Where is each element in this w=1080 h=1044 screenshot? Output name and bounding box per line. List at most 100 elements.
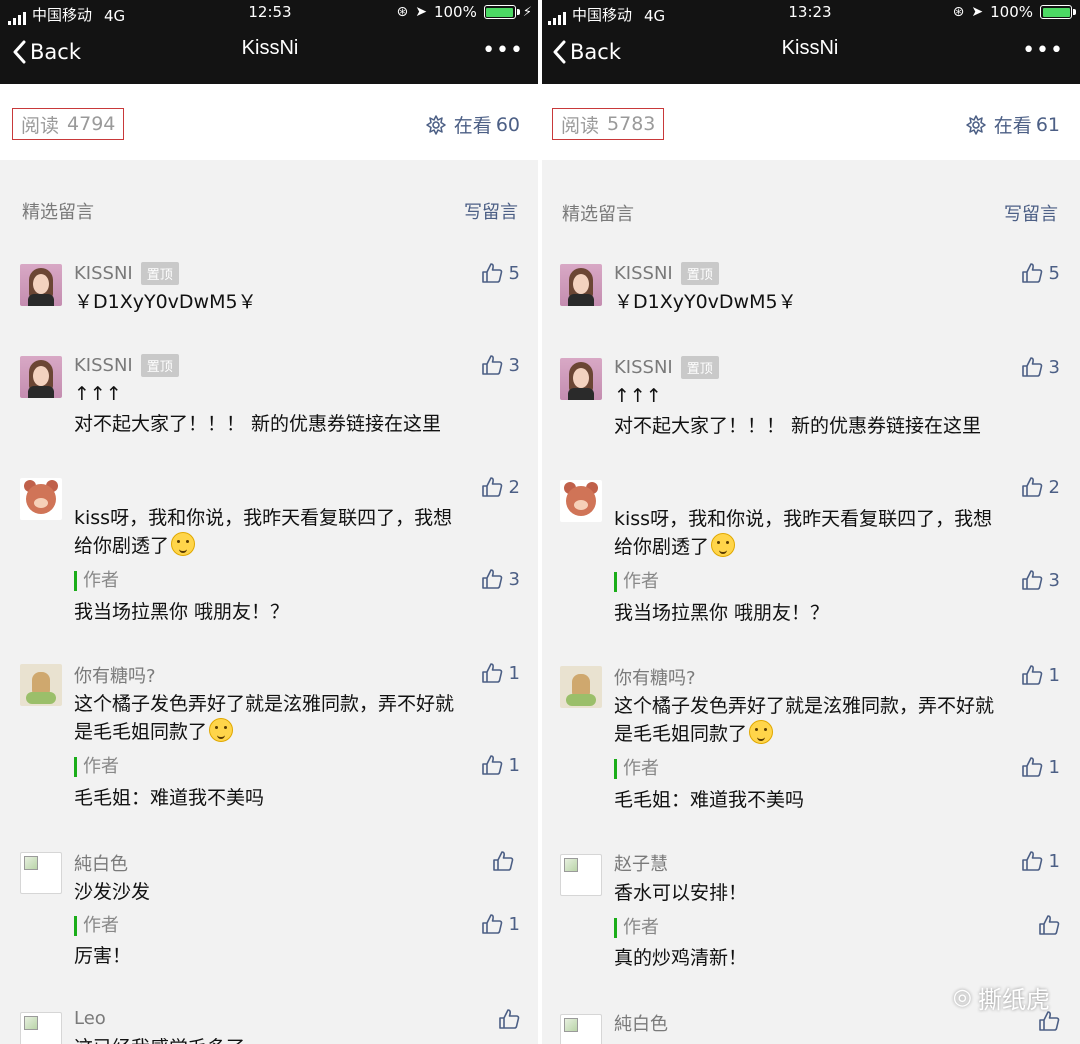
more-button[interactable]: ••• [482,38,524,63]
comments-header: 精选留言 写留言 [0,198,540,238]
charging-icon: ⚡ [522,4,532,20]
commenter-name: 純白色 [614,1014,668,1035]
broken-image-icon [24,856,38,870]
like-button[interactable]: 5 [481,262,520,284]
author-label: 作者 [74,757,119,777]
battery-icon [483,5,520,19]
thumbs-up-icon [481,355,502,375]
battery-percent: 100% [990,3,1033,21]
watching-count: 61 [1035,113,1060,136]
avatar [20,264,62,306]
comment-text: 这个橘子发色弄好了就是泫雅同款，弄不好就 [74,693,455,715]
like-count: 3 [1048,356,1060,378]
avatar [560,480,602,522]
like-button[interactable]: 2 [481,476,520,498]
like-button[interactable]: 3 [481,568,520,590]
author-label: 作者 [74,916,119,936]
author-reply: 毛毛姐：难道我不美吗 [614,789,805,811]
nav-bar: Back KissNi ••• [0,28,540,84]
header: 中国移动 4G 12:53 ⊛ ➤ 100% ⚡ Back KissNi ••• [0,0,540,84]
watermark-text: 撕纸虎 [978,986,1050,1014]
like-count: 5 [1048,262,1060,284]
watching-label: 在看 [453,115,492,137]
thumbs-up-icon [481,663,502,683]
thumbs-up-icon [481,263,502,283]
read-count: 阅读 4794 [12,108,125,140]
like-count: 5 [508,262,520,284]
like-button[interactable] [492,850,520,872]
commenter-name: KISSNI [74,355,133,376]
like-count: 1 [508,913,520,935]
comment-text: 这已经我感觉毛多了 [74,1034,514,1044]
like-count: 3 [508,568,520,590]
section-title: 精选留言 [22,202,94,223]
like-count: 3 [1048,569,1060,591]
comment-text: kiss呀，我和你说，我昨天看复联四了，我想 [614,508,993,530]
author-reply: 毛毛姐：难道我不美吗 [74,787,265,809]
comment-text: ↑↑↑ [614,385,662,407]
status-bar: 中国移动 4G 13:23 ⊛ ➤ 100% [540,0,1080,28]
like-count: 2 [508,476,520,498]
write-comment-link[interactable]: 写留言 [464,198,518,224]
like-button[interactable]: 1 [481,754,520,776]
like-button[interactable]: 3 [1021,356,1060,378]
like-count: 2 [1048,476,1060,498]
section-title: 精选留言 [562,204,634,225]
tears-of-joy-emoji-icon [209,718,234,742]
thumbs-up-icon [1021,851,1042,871]
page-title: KissNi [241,37,299,59]
watching-button[interactable]: 在看 61 [966,111,1060,138]
comment-text: 是毛毛姐同款了 [74,721,208,743]
commenter-name: KISSNI [74,263,133,284]
comment-text: 这个橘子发色弄好了就是泫雅同款，弄不好就 [614,695,995,717]
comment-text: ￥D1XyY0vDwM5￥ [74,291,257,313]
like-count: 1 [1048,664,1060,686]
pinned-badge: 置顶 [680,262,719,285]
avatar [20,664,62,706]
comment-text: 沙发沙发 [74,881,151,903]
author-reply: 我当场拉黑你 哦朋友！？ [614,602,830,624]
like-button[interactable]: 3 [1021,569,1060,591]
commenter-name: KISSNI [614,263,673,284]
like-button[interactable]: 1 [481,913,520,935]
avatar [560,358,602,400]
thumbs-up-icon [1039,915,1060,935]
like-button[interactable]: 3 [481,354,520,376]
like-button[interactable]: 5 [1021,262,1060,284]
broken-image-icon [24,1016,38,1030]
thumbs-up-icon [1021,357,1042,377]
comment-text: 香水可以安排！ [614,882,748,904]
read-count-bar: 阅读 5783 在看 61 [540,84,1080,160]
battery-icon [1040,5,1076,19]
flushed-emoji-icon [711,533,736,557]
like-button[interactable] [498,1008,520,1030]
battery-percent: 100% [433,3,477,21]
like-button[interactable]: 1 [1021,756,1060,778]
flower-icon [426,114,446,135]
like-count: 1 [508,662,520,684]
status-bar: 中国移动 4G 12:53 ⊛ ➤ 100% ⚡ [0,0,540,28]
more-button[interactable]: ••• [1022,38,1064,63]
watching-button[interactable]: 在看 60 [426,111,520,138]
comment-text: 是毛毛姐同款了 [614,723,748,745]
rotation-lock-icon: ⊛ [952,4,965,20]
like-count: 1 [1048,850,1060,872]
thumbs-up-icon [481,477,502,497]
thumbs-up-icon [499,1009,520,1029]
write-comment-link[interactable]: 写留言 [1004,200,1058,226]
left-screenshot: 中国移动 4G 12:53 ⊛ ➤ 100% ⚡ Back KissNi •••… [0,0,540,1044]
like-button[interactable]: 1 [1021,850,1060,872]
avatar [20,356,62,398]
like-button[interactable] [1038,914,1060,936]
like-button[interactable]: 1 [481,662,520,684]
like-count: 1 [508,754,520,776]
broken-image-icon [564,1018,578,1032]
divider [538,0,542,1044]
like-button[interactable]: 1 [1021,664,1060,686]
like-button[interactable]: 2 [1021,476,1060,498]
watching-label: 在看 [993,115,1032,137]
author-label: 作者 [614,572,659,592]
nav-bar: Back KissNi ••• [540,28,1080,84]
thumbs-up-icon [1021,263,1042,283]
avatar [20,478,62,520]
